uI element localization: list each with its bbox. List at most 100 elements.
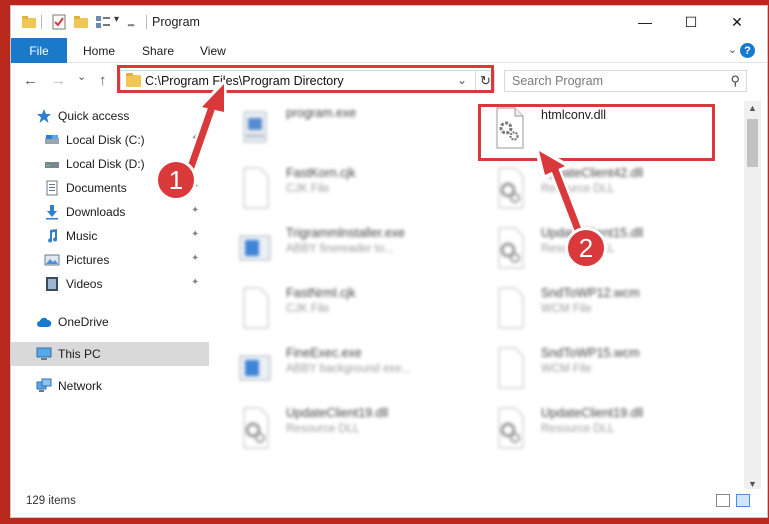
sidebar-item-downloads[interactable]: Downloads ✦ — [11, 200, 209, 224]
sidebar-item-videos[interactable]: Videos ✦ — [11, 272, 209, 296]
file-type: Resource DLL — [286, 423, 360, 435]
sidebar-item-local-disk-c[interactable]: Local Disk (C:) ✦ — [11, 128, 209, 152]
navigation-bar: ← → ⌄ ↑ C:\Program Files\Program Directo… — [11, 64, 767, 98]
file-item[interactable]: FastKorn.cjk CJK File — [216, 161, 456, 211]
file-type: WCM File — [541, 303, 592, 315]
file-type: ABBY finereader to... — [286, 243, 394, 255]
forward-button[interactable]: → — [51, 72, 66, 89]
sidebar-item-pictures[interactable]: Pictures ✦ — [11, 248, 209, 272]
file-item[interactable]: FineExec.exe ABBY background exe... — [216, 341, 456, 391]
address-bar[interactable]: C:\Program Files\Program Directory ⌄ ↻ — [120, 70, 495, 92]
dll-gear-icon — [498, 167, 524, 209]
minimize-button[interactable]: — — [622, 6, 668, 38]
application-icon — [239, 355, 271, 381]
tab-share[interactable]: Share — [142, 44, 174, 58]
refresh-button[interactable]: ↻ — [475, 71, 495, 91]
tab-home[interactable]: Home — [83, 44, 115, 58]
sidebar-item-label: Downloads — [66, 205, 126, 219]
file-type: WCM File — [541, 363, 592, 375]
sidebar-item-onedrive[interactable]: OneDrive — [11, 310, 209, 334]
customize-qa-icon[interactable]: ‗ — [128, 15, 134, 27]
sidebar-item-label: Videos — [66, 277, 103, 291]
file-item[interactable]: SndToWP12.wcm WCM File — [471, 281, 711, 331]
star-icon — [37, 109, 51, 123]
address-dropdown-icon[interactable]: ⌄ — [457, 73, 467, 87]
application-icon — [239, 235, 271, 261]
scroll-up-icon[interactable]: ▲ — [748, 103, 757, 113]
sidebar-item-network[interactable]: Network — [11, 374, 209, 398]
document-icon — [498, 347, 524, 389]
dll-gear-icon — [243, 407, 269, 449]
window-title: Program — [152, 15, 200, 29]
file-item[interactable]: UpdateClient19.dll Resource DLL — [216, 401, 456, 451]
file-type: CJK File — [286, 303, 330, 315]
file-item[interactable]: program.exe — [216, 101, 456, 151]
tab-view[interactable]: View — [200, 44, 226, 58]
pin-icon[interactable]: ✦ — [191, 229, 199, 240]
pictures-icon — [44, 254, 60, 266]
drive-icon — [45, 135, 59, 144]
videos-icon — [46, 277, 58, 291]
file-name: FineExec.exe — [286, 346, 362, 360]
file-item[interactable]: SndToWP15.wcm WCM File — [471, 341, 711, 391]
file-name: Trigrammlnstaller.exe — [286, 226, 406, 240]
file-item-htmlconv[interactable]: htmlconv.dll — [471, 101, 711, 151]
folder-icon — [22, 16, 36, 28]
qa-separator — [41, 15, 42, 29]
step-badge-1: 1 — [155, 159, 197, 201]
file-item[interactable]: FastNrml.cjk CJK File — [216, 281, 456, 331]
close-button[interactable]: ✕ — [714, 6, 760, 38]
file-item[interactable]: Trigrammlnstaller.exe ABBY finereader to… — [216, 221, 456, 271]
sidebar-item-label: Network — [58, 379, 103, 393]
file-type: ABBY background exe... — [286, 363, 412, 375]
pin-icon[interactable]: ✦ — [191, 277, 199, 288]
sidebar-item-label: Local Disk (C:) — [66, 133, 145, 147]
file-type: Resource DLL — [541, 183, 615, 195]
sidebar-item-label: This PC — [58, 347, 101, 361]
new-folder-icon[interactable] — [73, 14, 89, 30]
file-tab[interactable]: File — [11, 38, 67, 63]
file-list: program.exe FastKorn.cjk CJK File Trigra… — [216, 101, 744, 491]
executable-icon — [243, 111, 267, 143]
cloud-icon — [37, 317, 52, 327]
file-item[interactable]: UpdateClient19.dll Resource DLL — [471, 401, 711, 451]
qa-dropdown-icon[interactable]: ▾ — [114, 14, 119, 25]
pin-icon[interactable]: ✦ — [191, 253, 199, 264]
documents-icon — [46, 180, 58, 196]
sidebar-item-music[interactable]: Music ✦ — [11, 224, 209, 248]
search-placeholder: Search Program — [512, 74, 604, 88]
sidebar-item-this-pc[interactable]: This PC — [11, 342, 209, 366]
sidebar-item-label: Quick access — [58, 109, 130, 123]
pin-icon[interactable]: ✦ — [191, 133, 199, 144]
large-icons-view-icon[interactable] — [736, 494, 750, 507]
help-icon[interactable]: ? — [740, 43, 755, 58]
maximize-button[interactable]: ☐ — [668, 6, 714, 38]
address-path[interactable]: C:\Program Files\Program Directory — [145, 74, 344, 88]
pin-icon[interactable]: ✦ — [191, 205, 199, 216]
search-input[interactable]: Search Program ⚲ — [504, 70, 747, 92]
explorer-window: ▾ ‗ Program — ☐ ✕ File Home Share View ⌄… — [10, 5, 768, 518]
file-item[interactable]: UpdateClient42.dll Resource DLL — [471, 161, 711, 211]
details-view-icon[interactable] — [716, 494, 730, 507]
properties-icon[interactable] — [51, 14, 67, 30]
file-name: SndToWP15.wcm — [541, 346, 640, 360]
file-name: UpdateClient19.dll — [541, 406, 644, 420]
file-name: SndToWP12.wcm — [541, 286, 640, 300]
scroll-thumb[interactable] — [747, 119, 758, 167]
document-icon — [498, 287, 524, 329]
file-name: UpdateClient42.dll — [541, 166, 644, 180]
vertical-scrollbar[interactable]: ▲ ▼ — [744, 101, 761, 491]
folder-icon — [126, 73, 141, 87]
network-icon — [36, 378, 52, 392]
file-name: program.exe — [286, 106, 357, 120]
recent-locations-button[interactable]: ⌄ — [77, 70, 86, 83]
back-button[interactable]: ← — [23, 72, 38, 89]
file-type: Resource DLL — [541, 423, 615, 435]
sidebar-item-label: Documents — [66, 181, 127, 195]
file-name: FastNrml.cjk — [286, 286, 356, 300]
up-button[interactable]: ↑ — [99, 72, 107, 89]
sidebar-item-quick-access[interactable]: Quick access — [11, 104, 209, 128]
scroll-down-icon[interactable]: ▼ — [748, 479, 757, 489]
view-options-icon[interactable] — [95, 14, 111, 30]
ribbon-expand-icon[interactable]: ⌄ — [728, 43, 737, 56]
